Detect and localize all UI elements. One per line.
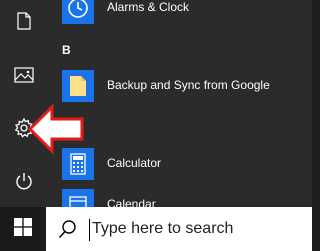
red-arrow-icon xyxy=(27,103,84,155)
power-button[interactable] xyxy=(0,160,48,202)
document-icon xyxy=(16,12,32,30)
app-item-alarms-clock[interactable]: Alarms & Clock xyxy=(48,0,312,29)
search-placeholder[interactable]: Type here to search xyxy=(92,220,233,238)
app-item-calendar[interactable]: Calendar xyxy=(48,186,312,207)
folder-icon xyxy=(62,70,94,102)
start-button[interactable] xyxy=(0,207,46,251)
windows-logo-icon xyxy=(14,217,32,241)
search-icon xyxy=(58,219,78,244)
app-item-calculator[interactable]: Calculator xyxy=(48,145,312,185)
group-letter-b[interactable]: B xyxy=(62,43,71,57)
search-box[interactable]: Type here to search xyxy=(46,207,312,251)
calendar-icon xyxy=(62,189,94,207)
documents-button[interactable] xyxy=(0,0,48,42)
power-icon xyxy=(15,172,33,190)
clock-icon xyxy=(62,0,94,24)
app-label: Calculator xyxy=(107,156,162,170)
pictures-button[interactable] xyxy=(0,54,48,96)
app-label: Backup and Sync from Google xyxy=(107,78,270,92)
taskbar: Type here to search xyxy=(0,207,312,251)
start-menu: Alarms & Clock B Backup and Sync from Go… xyxy=(0,0,312,207)
app-item-backup-sync[interactable]: Backup and Sync from Google xyxy=(48,67,312,107)
app-label: Alarms & Clock xyxy=(107,0,190,14)
app-list: Alarms & Clock B Backup and Sync from Go… xyxy=(48,0,312,207)
text-cursor xyxy=(89,219,90,241)
pictures-icon xyxy=(14,67,34,83)
app-label: Calendar xyxy=(107,197,156,207)
